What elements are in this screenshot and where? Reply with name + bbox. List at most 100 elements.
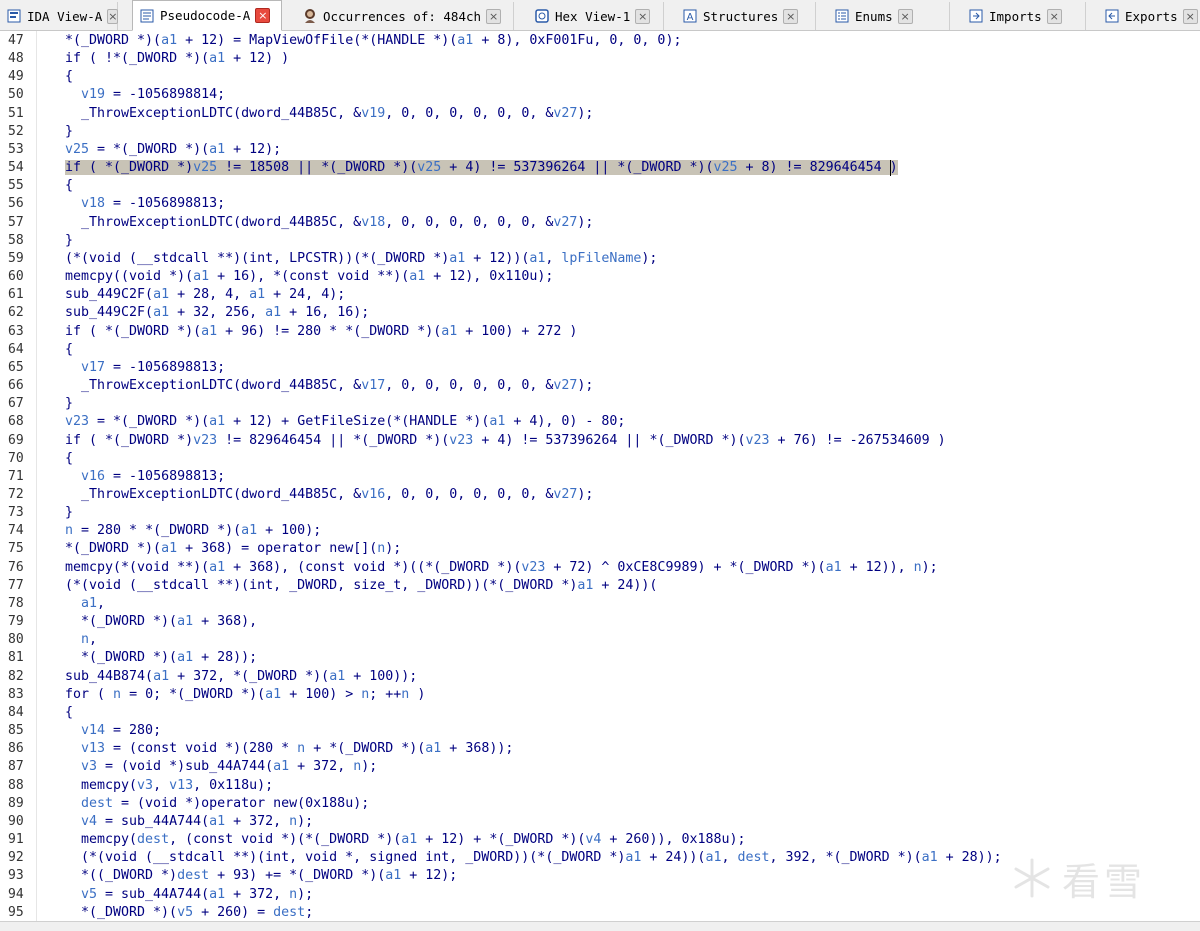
line-number: 48 [8,51,24,67]
tab-ida-view-a[interactable]: IDA View-A × [0,2,119,30]
line-number: 88 [8,777,24,793]
code-line[interactable]: 59 (*(void (__stdcall **)(int, LPCSTR))(*… [0,250,1200,268]
code-line[interactable]: 78 a1, [0,595,1200,613]
line-number: 72 [8,487,24,502]
tab-structures[interactable]: A Structures × [676,2,816,30]
code-line[interactable]: 53 v25 = *(_DWORD *)(a1 + 12); [0,141,1200,159]
code-line[interactable]: 85 v14 = 280; [0,722,1200,740]
close-icon[interactable]: × [635,8,651,24]
line-number: 86 [8,741,24,757]
code-line[interactable]: 62 sub_449C2F(a1 + 32, 256, a1 + 16, 16); [0,304,1200,322]
tab-occurrences-of-484ch[interactable]: Occurrences of: 484ch × [296,2,514,30]
hex-view-icon [534,8,550,24]
close-icon[interactable]: × [107,8,119,24]
code-text: memcpy(*(void **)(a1 + 368), (const void… [65,559,938,575]
code-line[interactable]: 47 *(_DWORD *)(a1 + 12) = MapViewOfFile(*… [0,32,1200,50]
code-text: n = 280 * *(_DWORD *)(a1 + 100); [65,523,322,539]
close-icon[interactable]: × [897,8,913,24]
code-text: v16 = -1056898813; [81,468,226,484]
code-line[interactable]: 50 v19 = -1056898814; [0,86,1200,104]
line-number: 63 [8,323,24,339]
status-bar [0,921,1200,931]
line-number: 68 [8,414,24,430]
code-line[interactable]: 76 memcpy(*(void **)(a1 + 368), (const vo… [0,559,1200,577]
code-line[interactable]: 60 memcpy((void *)(a1 + 16), *(const void… [0,268,1200,286]
code-line[interactable]: 63 if ( *(_DWORD *)(a1 + 96) != 280 * *(_… [0,323,1200,341]
code-text: v3 = (void *)sub_44A744(a1 + 372, n); [81,759,378,775]
line-number: 50 [8,87,24,103]
code-text: v14 = 280; [81,723,162,739]
code-line[interactable]: 90 v4 = sub_44A744(a1 + 372, n); [0,813,1200,831]
line-number: 94 [8,886,24,902]
tab-exports[interactable]: Exports × [1098,2,1200,30]
code-text: v19 = -1056898814; [81,87,226,103]
code-line[interactable]: 69 if ( *(_DWORD *)v23 != 829646454 || *(… [0,432,1200,450]
code-text: sub_449C2F(a1 + 32, 256, a1 + 16, 16); [65,305,370,321]
code-line[interactable]: 56 v18 = -1056898813; [0,195,1200,213]
code-line[interactable]: 89 dest = (void *)operator new(0x188u); [0,795,1200,813]
code-line[interactable]: 61 sub_449C2F(a1 + 28, 4, a1 + 24, 4); [0,286,1200,304]
tab-pseudocode-a[interactable]: Pseudocode-A × [132,0,282,31]
close-icon[interactable]: × [255,8,271,23]
tab-imports[interactable]: Imports × [962,2,1086,30]
line-number: 87 [8,759,24,775]
close-icon[interactable]: × [486,8,502,24]
structures-icon: A [682,8,698,24]
code-text: { [65,178,74,194]
code-text: { [65,450,74,466]
code-line[interactable]: 55 { [0,177,1200,195]
tab-enums[interactable]: Enums × [828,2,950,30]
close-icon[interactable]: × [783,8,799,24]
code-line[interactable]: 74 n = 280 * *(_DWORD *)(a1 + 100); [0,522,1200,540]
code-line[interactable]: 80 n, [0,631,1200,649]
code-line[interactable]: 82 sub_44B874(a1 + 372, *(_DWORD *)(a1 + … [0,668,1200,686]
code-line[interactable]: 49 { [0,68,1200,86]
code-line[interactable]: 79 *(_DWORD *)(a1 + 368), [0,613,1200,631]
code-line[interactable]: 57 _ThrowExceptionLDTC(dword_44B85C, &v18… [0,214,1200,232]
code-line[interactable]: 52} [0,123,1200,141]
line-number: 61 [8,287,24,303]
tab-hex-view-1[interactable]: Hex View-1 × [528,2,664,30]
code-line[interactable]: 48 if ( !*(_DWORD *)(a1 + 12) ) [0,50,1200,68]
code-line[interactable]: 83 for ( n = 0; *(_DWORD *)(a1 + 100) > n… [0,686,1200,704]
svg-text:A: A [687,12,694,23]
code-line[interactable]: 86 v13 = (const void *)(280 * n + *(_DWOR… [0,740,1200,758]
code-line[interactable]: 68 v23 = *(_DWORD *)(a1 + 12) + GetFileSi… [0,413,1200,431]
tab-label: Exports [1125,8,1178,24]
line-number: 58 [8,232,24,248]
code-text: (*(void (__stdcall **)(int, LPCSTR))(*(_… [65,250,658,266]
tab-label: Structures [703,8,779,24]
code-line[interactable]: 72 _ThrowExceptionLDTC(dword_44B85C, &v16… [0,486,1200,504]
pseudocode-icon [139,8,155,24]
tab-bar: IDA View-A × Pseudocode-A × Occurrences of: … [0,0,1200,31]
code-line[interactable]: 84 { [0,704,1200,722]
code-line[interactable]: 58} [0,232,1200,250]
code-text: v18 = -1056898813; [81,196,226,212]
code-line[interactable]: 75 *(_DWORD *)(a1 + 368) = operator new[]… [0,540,1200,558]
code-line[interactable]: 65 v17 = -1056898813; [0,359,1200,377]
code-line[interactable]: 51 _ThrowExceptionLDTC(dword_44B85C, &v19… [0,105,1200,123]
code-line[interactable]: 71 v16 = -1056898813; [0,468,1200,486]
text-caret [889,160,891,177]
close-icon[interactable]: × [1182,8,1198,24]
code-line[interactable]: 81 *(_DWORD *)(a1 + 28)); [0,649,1200,667]
code-line[interactable]: 87 v3 = (void *)sub_44A744(a1 + 372, n); [0,758,1200,776]
code-line[interactable]: 64 { [0,341,1200,359]
line-number: 73 [8,505,24,521]
line-number: 53 [8,141,24,157]
code-text: } [65,232,74,248]
code-line[interactable]: 88 memcpy(v3, v13, 0x118u); [0,777,1200,795]
close-icon[interactable]: × [1046,8,1062,24]
code-line[interactable]: 66 _ThrowExceptionLDTC(dword_44B85C, &v17… [0,377,1200,395]
pseudocode-view[interactable]: 47 *(_DWORD *)(a1 + 12) = MapViewOfFile(*… [0,31,1200,921]
code-line[interactable]: 91 memcpy(dest, (const void *)(*(_DWORD *… [0,831,1200,849]
code-text: sub_44B874(a1 + 372, *(_DWORD *)(a1 + 10… [65,668,418,684]
code-line[interactable]: 73} [0,504,1200,522]
code-line[interactable]: 77 (*(void (__stdcall **)(int, _DWORD, si… [0,577,1200,595]
tab-label: Pseudocode-A [160,8,251,23]
code-line[interactable]: 67} [0,395,1200,413]
code-line[interactable]: 54 if ( *(_DWORD *)v25 != 18508 || *(_DWO… [0,159,1200,177]
line-number: 47 [8,33,24,48]
code-text: (*(void (__stdcall **)(int, void *, sign… [81,850,1002,866]
code-line[interactable]: 70 { [0,450,1200,468]
